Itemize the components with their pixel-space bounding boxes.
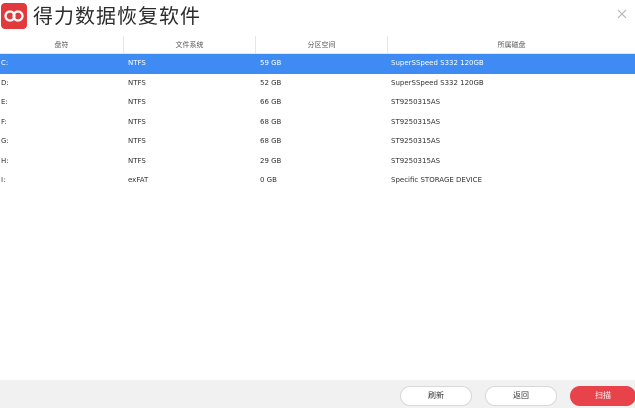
cell-disk: ST9250315AS: [391, 137, 441, 145]
cell-filesystem: NTFS: [128, 98, 146, 106]
table-header: 盘符 文件系统 分区空间 所属磁盘: [0, 36, 635, 54]
table-row[interactable]: H: NTFS 29 GB ST9250315AS: [0, 152, 635, 172]
cell-filesystem: NTFS: [128, 156, 146, 165]
cell-drive: C:: [1, 59, 9, 67]
cell-filesystem: NTFS: [128, 137, 146, 145]
cell-filesystem: NTFS: [128, 78, 146, 87]
cell-size: 0 GB: [260, 176, 277, 184]
table-row[interactable]: G: NTFS 68 GB ST9250315AS: [0, 132, 635, 152]
column-header-disk[interactable]: 所属磁盘: [388, 36, 635, 54]
cell-filesystem: NTFS: [128, 117, 146, 126]
back-button[interactable]: 返回: [485, 386, 557, 406]
cell-size: 68 GB: [260, 137, 282, 145]
cell-disk: ST9250315AS: [391, 156, 441, 165]
column-header-drive[interactable]: 盘符: [0, 36, 124, 54]
cell-filesystem: exFAT: [128, 176, 149, 184]
table-body: C: NTFS 59 GB SuperSSpeed S332 120GB D: NTFS 5…: [0, 54, 635, 191]
partition-table: 盘符 文件系统 分区空间 所属磁盘 C: NTFS 59 GB SuperSSpeed…: [0, 36, 635, 380]
cell-size: 68 GB: [260, 117, 282, 126]
title-bar: 得力数据恢复软件: [0, 0, 635, 32]
table-row[interactable]: I: exFAT 0 GB Specific STORAGE DEVICE: [0, 171, 635, 191]
cell-disk: Specific STORAGE DEVICE: [391, 176, 482, 184]
cell-drive: H:: [1, 156, 9, 165]
app-title: 得力数据恢复软件: [33, 4, 201, 28]
cell-drive: D:: [1, 78, 9, 87]
cell-size: 52 GB: [260, 78, 282, 87]
column-header-size[interactable]: 分区空间: [256, 36, 388, 54]
cell-disk: ST9250315AS: [391, 98, 441, 106]
table-row[interactable]: D: NTFS 52 GB SuperSSpeed S332 120GB: [0, 74, 635, 94]
cell-filesystem: NTFS: [128, 59, 146, 67]
cell-drive: F:: [1, 117, 7, 126]
cell-drive: E:: [1, 98, 8, 106]
cell-disk: SuperSSpeed S332 120GB: [391, 78, 484, 87]
cell-drive: G:: [1, 137, 9, 145]
column-header-filesystem[interactable]: 文件系统: [124, 36, 256, 54]
infinity-logo-icon: [1, 3, 27, 29]
cell-size: 29 GB: [260, 156, 282, 165]
footer-bar: 刷新 返回 扫描: [0, 380, 635, 408]
cell-size: 66 GB: [260, 98, 282, 106]
close-icon[interactable]: [615, 6, 629, 20]
cell-disk: SuperSSpeed S332 120GB: [391, 59, 484, 67]
cell-disk: ST9250315AS: [391, 117, 441, 126]
cell-drive: I:: [1, 176, 6, 184]
table-row[interactable]: C: NTFS 59 GB SuperSSpeed S332 120GB: [0, 54, 635, 74]
table-row[interactable]: F: NTFS 68 GB ST9250315AS: [0, 113, 635, 133]
scan-button[interactable]: 扫描: [570, 386, 635, 406]
refresh-button[interactable]: 刷新: [400, 386, 472, 406]
cell-size: 59 GB: [260, 59, 282, 67]
table-row[interactable]: E: NTFS 66 GB ST9250315AS: [0, 93, 635, 113]
